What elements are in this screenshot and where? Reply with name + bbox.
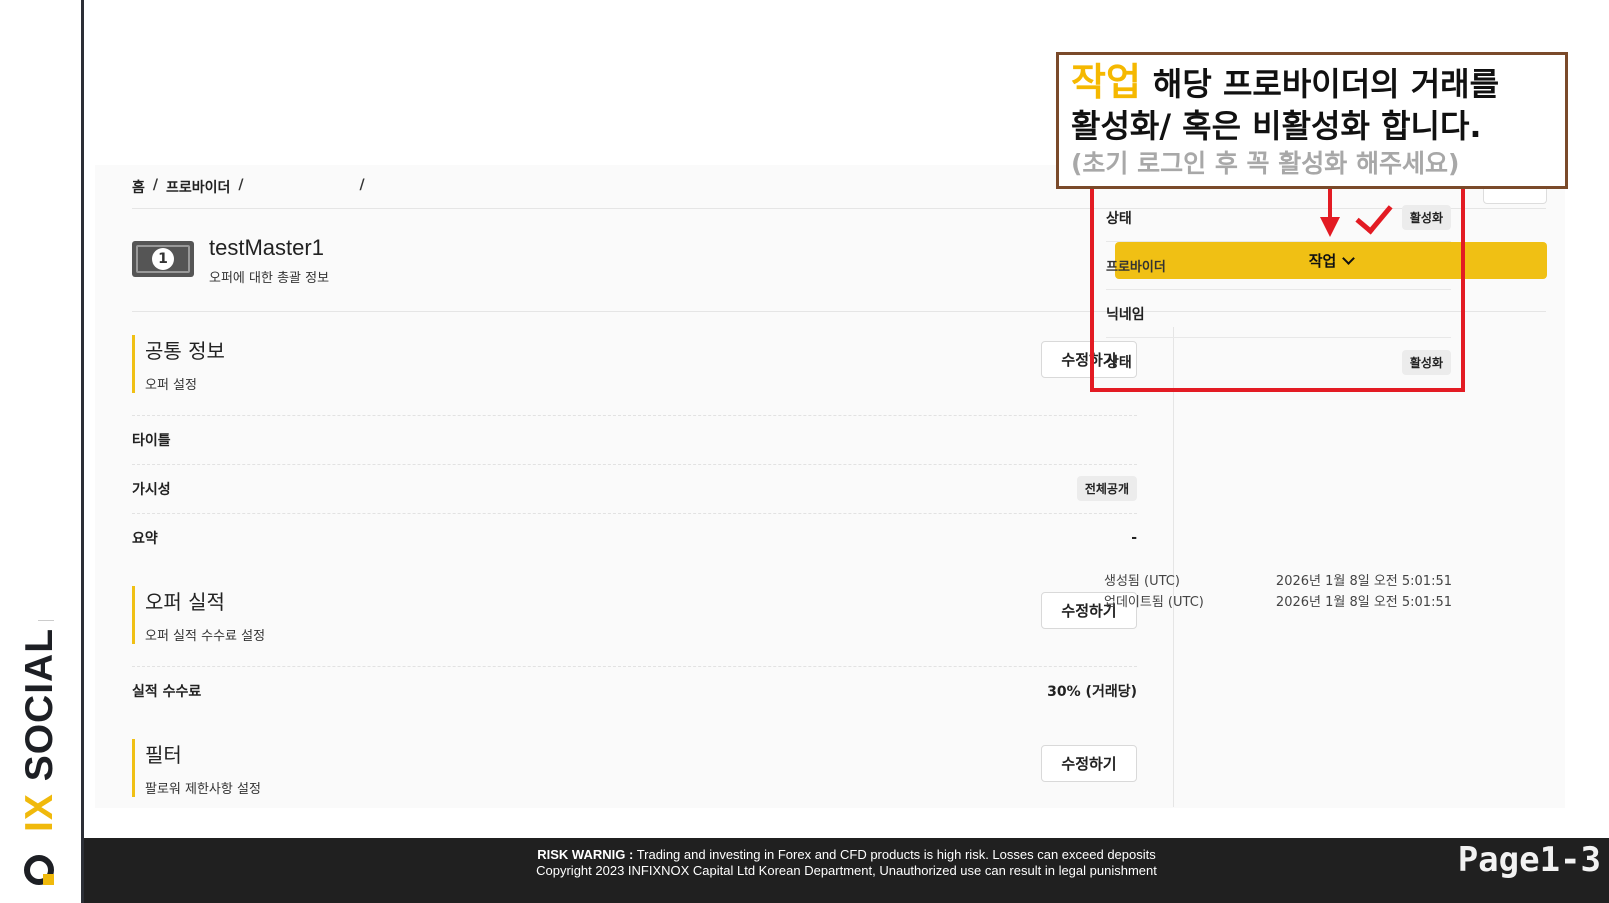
brand-mark-icon xyxy=(24,855,54,885)
risk-text: Trading and investing in Forex and CFD p… xyxy=(636,847,1156,862)
arrow-head-icon xyxy=(1320,217,1340,237)
section-title: 공통 정보 xyxy=(145,339,225,363)
breadcrumb-current xyxy=(252,177,352,197)
info-row-label: 프로바이더 xyxy=(1106,260,1166,275)
callout-line-1: 작업 해당 프로바이더의 거래를 xyxy=(1071,61,1553,105)
breadcrumb-separator: / xyxy=(359,177,365,193)
row-summary: 요약 - xyxy=(132,513,1137,561)
status-badge: 활성화 xyxy=(1401,349,1451,375)
brand-prefix: IX xyxy=(18,793,61,832)
info-row-status: 상태 활성화 xyxy=(1106,194,1451,242)
breadcrumb: 홈 / 프로바이더 / / xyxy=(132,177,365,197)
status-badge: 활성화 xyxy=(1401,205,1451,230)
section-header: 필터 팔로워 제한사항 설정 xyxy=(132,739,1137,797)
info-row-nickname: 닉네임 xyxy=(1106,290,1451,338)
brand-strip: IX SOCIAL xyxy=(0,0,84,903)
callout-keyword: 작업 xyxy=(1071,60,1141,104)
info-row-label: 닉네임 xyxy=(1106,306,1145,323)
row-label: 타이틀 xyxy=(132,432,171,449)
risk-warning: RISK WARNIG : Trading and investing in F… xyxy=(84,847,1609,879)
section-subtitle: 팔로워 제한사항 설정 xyxy=(145,782,261,797)
brand-wordmark: IX SOCIAL xyxy=(18,627,61,832)
arrow-down-icon xyxy=(1328,189,1332,219)
offer-money-icon: 1 xyxy=(132,241,194,277)
risk-title: RISK WARNIG : xyxy=(537,847,634,862)
risk-footer: RISK WARNIG : Trading and investing in F… xyxy=(84,838,1609,903)
info-status-box: 상태 활성화 프로바이더 닉네임 상태 활성화 xyxy=(1090,184,1465,392)
brand-logo: IX SOCIAL xyxy=(18,600,61,890)
info-row-label: 상태 xyxy=(1106,210,1132,227)
offer-icon-number: 1 xyxy=(152,248,174,270)
row-performance-fee: 실적 수수료 30% (거래당) xyxy=(132,666,1137,714)
page-number: Page1-3 xyxy=(1457,840,1601,880)
offer-subtitle: 오퍼에 대한 총괄 정보 xyxy=(209,271,330,286)
brand-suffix: SOCIAL xyxy=(18,627,61,782)
breadcrumb-providers[interactable]: 프로바이더 xyxy=(166,177,230,197)
visibility-badge: 전체공개 xyxy=(1076,476,1137,501)
callout-line-2: 활성화/ 혹은 비활성화 합니다. xyxy=(1071,107,1482,145)
info-row-provider: 프로바이더 xyxy=(1106,242,1451,290)
meta-updated: 업데이트됨 (UTC) 2026년 1월 8일 오전 5:01:51 xyxy=(1104,591,1452,610)
callout-line-3: (초기 로그인 후 꼭 활성화 해주세요) xyxy=(1071,149,1460,178)
row-label: 가시성 xyxy=(132,481,171,498)
offer-title: testMaster1 xyxy=(209,235,324,260)
section-header: 오퍼 실적 오퍼 실적 수수료 설정 xyxy=(132,586,1137,644)
section-subtitle: 오퍼 설정 xyxy=(145,378,197,393)
row-label: 실적 수수료 xyxy=(132,683,202,700)
meta-value: 2026년 1월 8일 오전 5:01:51 xyxy=(1275,595,1452,610)
meta-label: 생성됨 (UTC) xyxy=(1104,574,1180,589)
info-row-label: 상태 xyxy=(1106,355,1132,371)
row-title: 타이틀 xyxy=(132,415,1137,463)
callout-text-1: 해당 프로바이더의 거래를 xyxy=(1152,65,1500,103)
row-value: 30% (거래당) xyxy=(1047,683,1137,700)
breadcrumb-separator: / xyxy=(238,177,244,193)
meta-created: 생성됨 (UTC) 2026년 1월 8일 오전 5:01:51 xyxy=(1104,570,1452,589)
risk-line: RISK WARNIG : Trading and investing in F… xyxy=(84,847,1609,863)
annotation-callout: 작업 해당 프로바이더의 거래를 활성화/ 혹은 비활성화 합니다. (초기 로그… xyxy=(1056,52,1568,189)
copyright-line: Copyright 2023 INFIXNOX Capital Ltd Kore… xyxy=(536,863,1157,878)
row-value: - xyxy=(1131,529,1137,546)
section-subtitle: 오퍼 실적 수수료 설정 xyxy=(145,629,266,644)
meta-value: 2026년 1월 8일 오전 5:01:51 xyxy=(1275,574,1452,589)
breadcrumb-home[interactable]: 홈 xyxy=(132,177,145,197)
meta-label: 업데이트됨 (UTC) xyxy=(1104,595,1204,610)
row-visibility: 가시성 전체공개 xyxy=(132,464,1137,512)
edit-filter-button[interactable]: 수정하기 xyxy=(1041,745,1137,782)
breadcrumb-separator: / xyxy=(152,177,159,193)
row-label: 요약 xyxy=(132,530,158,547)
section-filter: 필터 팔로워 제한사항 설정 수정하기 xyxy=(132,739,1137,797)
section-header: 공통 정보 오퍼 설정 xyxy=(132,335,1137,393)
section-common: 공통 정보 오퍼 설정 수정하기 xyxy=(132,335,1137,393)
info-row-status-2: 상태 활성화 xyxy=(1106,338,1451,386)
section-title: 오퍼 실적 xyxy=(145,590,225,614)
section-title: 필터 xyxy=(145,743,182,767)
section-performance: 오퍼 실적 오퍼 실적 수수료 설정 수정하기 xyxy=(132,586,1137,644)
vertical-divider xyxy=(1173,327,1174,807)
